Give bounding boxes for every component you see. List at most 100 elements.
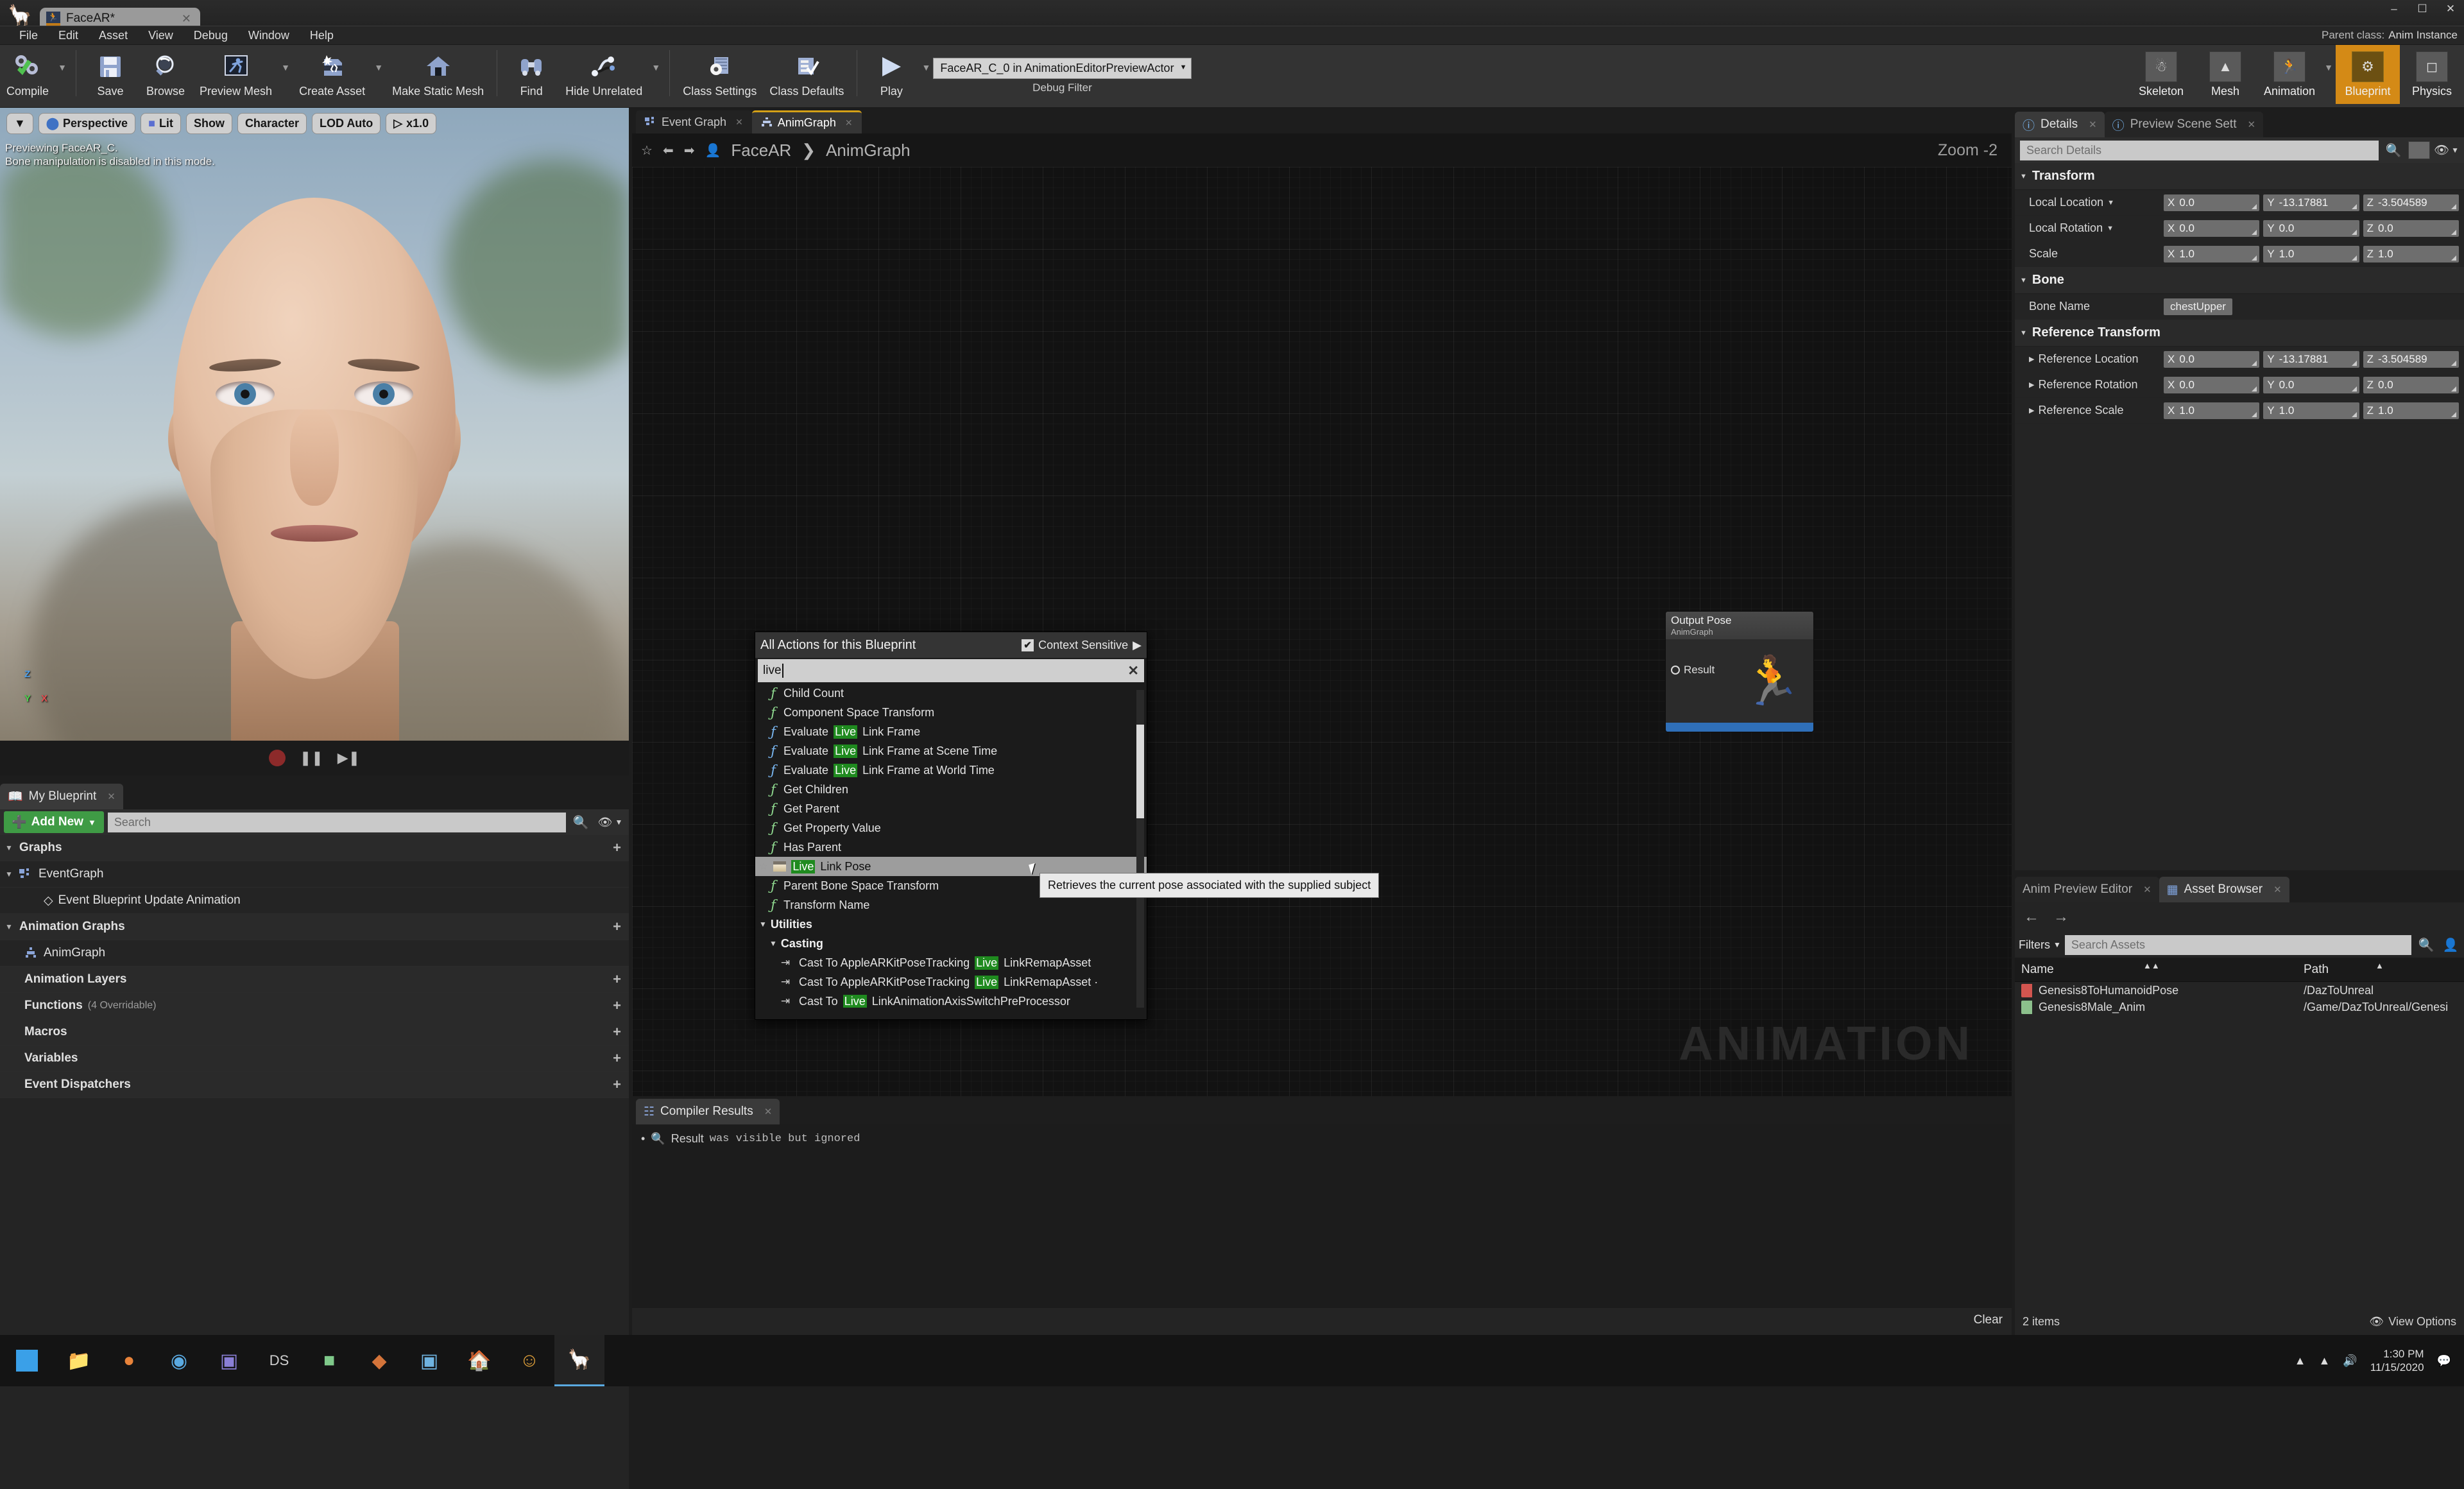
viewport-lod-button[interactable]: LOD Auto: [312, 113, 381, 134]
table-row[interactable]: Genesis8Male_Anim /Game/DazToUnreal/Gene…: [2015, 999, 2464, 1015]
reference-rotation-z-field[interactable]: Z0.0: [2363, 377, 2459, 393]
class-settings-button[interactable]: Class Settings: [676, 45, 763, 104]
action-row[interactable]: ƒ Child Count: [755, 684, 1147, 703]
compiler-clear-button[interactable]: Clear: [1974, 1313, 2003, 1327]
window-close-button[interactable]: ✕: [2442, 3, 2459, 15]
taskbar-app-icon[interactable]: ▣: [204, 1335, 254, 1386]
reference-scale-z-field[interactable]: Z1.0: [2363, 402, 2459, 419]
action-row[interactable]: ƒ Transform Name: [755, 895, 1147, 915]
taskbar-ds-icon[interactable]: DS: [254, 1335, 304, 1386]
forward-arrow-icon[interactable]: →: [2053, 908, 2069, 926]
reference-scale-y-field[interactable]: Y1.0: [2263, 402, 2359, 419]
all-actions-menu[interactable]: All Actions for this Blueprint ✔ Context…: [755, 632, 1147, 1020]
add-new-button[interactable]: ➕ Add New ▼: [4, 811, 104, 833]
chevron-down-icon[interactable]: ▼: [2107, 199, 2114, 207]
action-section-utilities[interactable]: ▼ Utilities: [755, 915, 1147, 934]
viewport-character-button[interactable]: Character: [237, 113, 307, 134]
viewport-show-button[interactable]: Show: [186, 113, 232, 134]
tab-details[interactable]: ⓘ Details ✕: [2015, 112, 2105, 137]
action-row[interactable]: ƒ Get Property Value: [755, 818, 1147, 838]
minimize-button[interactable]: –: [2386, 3, 2402, 15]
details-section-transform[interactable]: ▼ Transform: [2015, 163, 2464, 190]
record-button[interactable]: [269, 750, 286, 766]
filters-button[interactable]: Filters ▼: [2019, 938, 2061, 952]
table-row[interactable]: Genesis8ToHumanoidPose /DazToUnreal: [2015, 982, 2464, 999]
reference-scale-x-field[interactable]: X1.0: [2164, 402, 2259, 419]
tree-section-animation-layers[interactable]: Animation Layers +: [0, 967, 629, 993]
reference-rotation-x-field[interactable]: X0.0: [2164, 377, 2259, 393]
compile-dropdown-caret-icon[interactable]: ▼: [55, 45, 69, 104]
notifications-icon[interactable]: 💬: [2437, 1354, 2451, 1368]
local-rotation-z-field[interactable]: Z0.0: [2363, 220, 2459, 237]
compiler-result-row[interactable]: • 🔍 Result was visible but ignored: [641, 1132, 2003, 1146]
reference-location-y-field[interactable]: Y-13.17881: [2263, 351, 2359, 368]
action-row[interactable]: ƒ Component Space Transform: [755, 703, 1147, 722]
tray-volume-icon[interactable]: 🔊: [2343, 1354, 2357, 1368]
taskbar-firefox-icon[interactable]: ●: [104, 1335, 154, 1386]
visibility-options-button[interactable]: 👁▼: [595, 816, 625, 829]
viewport-playrate-button[interactable]: ▷ x1.0: [386, 113, 436, 134]
action-row[interactable]: ƒ Evaluate Live Link Frame: [755, 722, 1147, 741]
output-pose-result-pin[interactable]: Result: [1671, 664, 1715, 676]
action-menu-scrollbar-thumb[interactable]: [1136, 725, 1144, 818]
close-icon[interactable]: ✕: [2248, 119, 2256, 130]
pause-icon[interactable]: ❚❚: [300, 750, 323, 766]
action-row[interactable]: ƒ Get Children: [755, 780, 1147, 799]
tab-preview-scene-settings[interactable]: ⓘ Preview Scene Sett ✕: [2105, 112, 2263, 137]
close-icon[interactable]: ✕: [735, 117, 743, 128]
reference-location-z-field[interactable]: Z-3.504589: [2363, 351, 2459, 368]
add-variable-icon[interactable]: +: [613, 1050, 621, 1067]
action-row-cast[interactable]: ⇥ Cast To AppleARKitPoseTrackingLiveLink…: [755, 953, 1147, 972]
search-icon[interactable]: 🔍: [570, 814, 592, 831]
expand-triangle-icon[interactable]: ▶: [2029, 355, 2034, 363]
local-location-y-field[interactable]: Y-13.17881: [2263, 194, 2359, 211]
menu-debug[interactable]: Debug: [184, 26, 238, 45]
add-event-dispatcher-icon[interactable]: +: [613, 1076, 621, 1093]
play-forward-icon[interactable]: ▶❚: [338, 750, 360, 766]
create-asset-dropdown-caret-icon[interactable]: ▼: [372, 45, 386, 104]
preview-mesh-button[interactable]: Preview Mesh: [193, 45, 278, 104]
action-row[interactable]: ƒ Evaluate Live Link Frame at World Time: [755, 761, 1147, 780]
chevron-down-icon[interactable]: ▼: [2107, 225, 2114, 232]
action-row[interactable]: ƒ Get Parent: [755, 799, 1147, 818]
column-header-name[interactable]: Name ▲▲: [2015, 963, 2297, 977]
menu-edit[interactable]: Edit: [48, 26, 89, 45]
create-asset-button[interactable]: Create Asset: [293, 45, 372, 104]
breadcrumb-root[interactable]: FaceAR: [731, 141, 791, 160]
details-view-options-button[interactable]: 👁▼: [2434, 142, 2459, 158]
chevron-right-icon[interactable]: ▶: [1133, 639, 1142, 652]
taskbar-photos-icon[interactable]: ▣: [404, 1335, 454, 1386]
details-search-input[interactable]: Search Details: [2020, 141, 2379, 160]
tab-anim-preview-editor[interactable]: Anim Preview Editor ✕: [2015, 877, 2159, 902]
action-menu-list[interactable]: ƒ Child Count ƒ Component Space Transfor…: [755, 684, 1147, 1008]
mode-mesh[interactable]: ▲ Mesh: [2193, 45, 2257, 104]
breadcrumb-leaf[interactable]: AnimGraph: [826, 141, 911, 160]
action-row[interactable]: ƒ Has Parent: [755, 838, 1147, 857]
close-icon[interactable]: ✕: [764, 1106, 773, 1117]
action-row-cast[interactable]: ⇥ Cast To LiveLinkAnimationAxisSwitchPre…: [755, 992, 1147, 1008]
taskbar-folder-icon[interactable]: 📁: [54, 1335, 104, 1386]
menu-asset[interactable]: Asset: [89, 26, 138, 45]
close-icon[interactable]: ✕: [2143, 884, 2152, 895]
add-macro-icon[interactable]: +: [613, 1024, 621, 1040]
mode-blueprint[interactable]: ⚙ Blueprint: [2336, 45, 2400, 104]
column-header-path[interactable]: Path ▲: [2297, 963, 2464, 977]
context-sensitive-toggle[interactable]: ✔ Context Sensitive ▶: [1022, 639, 1142, 652]
action-row[interactable]: ƒ Evaluate Live Link Frame at Scene Time: [755, 741, 1147, 761]
tree-item-animgraph[interactable]: AnimGraph: [0, 940, 629, 967]
maximize-button[interactable]: ☐: [2414, 3, 2431, 15]
close-icon[interactable]: ✕: [2273, 884, 2282, 895]
tree-section-event-dispatchers[interactable]: Event Dispatchers +: [0, 1072, 629, 1098]
taskbar-chrome-icon[interactable]: ◉: [154, 1335, 204, 1386]
hide-unrelated-dropdown-caret-icon[interactable]: ▼: [649, 45, 663, 104]
mode-physics[interactable]: ◻ Physics: [2400, 45, 2464, 104]
expand-triangle-icon[interactable]: ▶: [2029, 381, 2034, 389]
add-animation-layer-icon[interactable]: +: [613, 971, 621, 988]
close-icon[interactable]: ✕: [2089, 119, 2097, 130]
back-arrow-icon[interactable]: ←: [2024, 908, 2039, 926]
menu-window[interactable]: Window: [238, 26, 300, 45]
asset-search-input[interactable]: Search Assets: [2065, 935, 2411, 955]
close-icon[interactable]: ✕: [107, 791, 116, 802]
local-location-z-field[interactable]: Z-3.504589: [2363, 194, 2459, 211]
local-rotation-y-field[interactable]: Y0.0: [2263, 220, 2359, 237]
